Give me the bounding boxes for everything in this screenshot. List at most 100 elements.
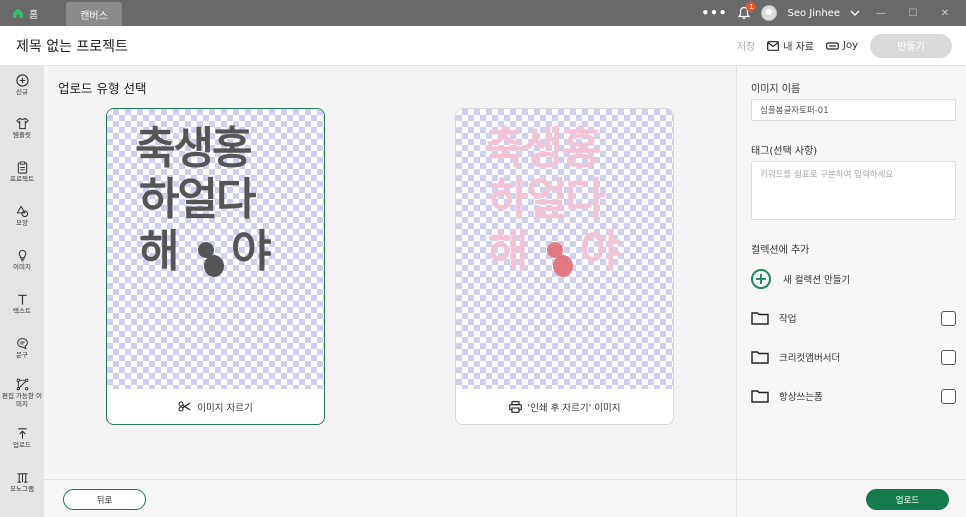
card-label-text: 이미지 자르기	[197, 402, 253, 414]
new-collection-label: 새 컬렉션 만들기	[783, 275, 851, 286]
notification-badge: 1	[746, 2, 757, 12]
lightbulb-icon	[18, 249, 26, 262]
artwork-line: 해	[488, 226, 529, 277]
collection-checkbox[interactable]	[941, 310, 956, 326]
user-name[interactable]: Seo Jinhee	[787, 8, 840, 19]
artwork-line: 해	[139, 226, 180, 277]
tags-field[interactable]: 키워드를 쉼표로 구분하여 입력하세요	[751, 161, 956, 220]
my-materials-label: 내 자료	[783, 42, 814, 53]
collection-name: 작업	[779, 314, 797, 325]
transparent-preview: 축생홍 하얼다 해 야	[456, 109, 673, 390]
upload-icon	[17, 428, 27, 439]
minimize-button[interactable]: —	[870, 8, 892, 19]
artwork-line: 하얼다	[488, 174, 605, 225]
folder-icon	[751, 351, 769, 364]
card-label: 이미지 자르기	[107, 389, 324, 424]
more-menu-icon[interactable]: •••	[701, 6, 727, 20]
avatar[interactable]	[761, 5, 778, 21]
sidebar-item-shapes[interactable]: 모양	[0, 205, 44, 228]
upload-type-card-cut[interactable]: 축생홍 하얼다 해 야 이미지 자르기	[106, 108, 325, 425]
chevron-down-icon[interactable]	[850, 9, 860, 17]
tab-home[interactable]: 홈	[0, 0, 62, 26]
text-icon	[17, 294, 27, 305]
sidebar-item-label: 모양	[16, 219, 28, 227]
transparent-preview: 축생홍 하얼다 해 야	[107, 109, 324, 390]
sidebar-item-templates[interactable]: 템플릿	[0, 117, 44, 140]
sidebar-item-new[interactable]: 신규	[0, 74, 44, 97]
sidebar-item-label: 이미지	[13, 263, 31, 271]
artwork-line: 하얼다	[139, 174, 256, 225]
new-collection-button[interactable]: + 새 컬렉션 만들기	[751, 269, 850, 289]
project-header: 제목 없는 프로젝트 저장 내 자료 Joy 만들기	[0, 26, 966, 66]
envelope-icon	[767, 40, 780, 51]
tab-home-label: 홈	[29, 9, 39, 21]
tab-canvas-label: 캔버스	[80, 10, 108, 22]
my-materials-button[interactable]: 내 자료	[767, 38, 814, 53]
back-button[interactable]: 뒤로	[63, 489, 146, 510]
make-button[interactable]: 만들기	[870, 33, 952, 58]
sidebar-item-label: 신규	[16, 88, 28, 96]
sidebar-item-label: 모노그램	[10, 485, 34, 493]
upload-button[interactable]: 업로드	[866, 489, 949, 510]
artwork-line: 야	[231, 226, 272, 277]
plus-icon: +	[751, 269, 771, 289]
sidebar-item-label: 템플릿	[13, 131, 31, 139]
maximize-button[interactable]: ☐	[902, 8, 924, 19]
main-content: 업로드 유형 선택 축생홍 하얼다 해 야 이미지 자르기 축생홍 하얼다 해	[44, 66, 736, 479]
panel-footer: 업로드	[737, 479, 966, 517]
collection-item[interactable]: 작업	[751, 308, 956, 328]
sidebar-item-upload[interactable]: 업로드	[0, 427, 44, 450]
monogram-icon	[16, 473, 28, 483]
collection-checkbox[interactable]	[941, 349, 956, 365]
project-title[interactable]: 제목 없는 프로젝트	[0, 36, 128, 56]
collection-label: 컬렉션에 추가	[751, 245, 810, 256]
image-name-label: 이미지 이름	[751, 84, 801, 95]
sidebar-item-text[interactable]: 텍스트	[0, 293, 44, 316]
tags-label: 태그(선택 사항)	[751, 146, 818, 157]
close-window-button[interactable]: ✕	[934, 8, 956, 19]
tab-canvas[interactable]: 캔버스	[66, 2, 122, 26]
collection-checkbox[interactable]	[941, 388, 956, 404]
machine-selector[interactable]: Joy	[826, 40, 858, 51]
image-details-panel: 이미지 이름 심플봄글자토퍼-01 태그(선택 사항) 키워드를 쉼표로 구분하…	[736, 66, 966, 517]
machine-icon	[826, 41, 839, 50]
notification-button[interactable]: 1	[737, 2, 757, 20]
collection-name: 크리컷앰버서더	[779, 353, 841, 364]
sidebar-item-label: 편집 가능한 이미지	[1, 392, 42, 408]
shapes-icon	[16, 205, 28, 218]
collection-item[interactable]: 항상쓰는폼	[751, 386, 956, 406]
image-name-field[interactable]: 심플봄글자토퍼-01	[751, 99, 956, 121]
sidebar-item-label: 문구	[16, 351, 28, 359]
folder-icon	[751, 390, 769, 403]
project-icon	[17, 161, 27, 174]
sidebar-item-images[interactable]: 이미지	[0, 249, 44, 272]
printer-icon	[508, 400, 522, 413]
dots-graphic	[547, 242, 573, 277]
upload-type-card-print-then-cut[interactable]: 축생홍 하얼다 해 야 '인쇄 후 자르기' 이미지	[455, 108, 674, 425]
shirt-icon	[15, 117, 29, 130]
home-icon	[13, 8, 23, 18]
artwork-line: 축생홍	[135, 123, 252, 174]
card-label-text: '인쇄 후 자르기' 이미지	[527, 402, 621, 414]
chat-icon	[16, 338, 28, 350]
collection-item[interactable]: 크리컷앰버서더	[751, 347, 956, 367]
plus-circle-icon	[15, 74, 29, 87]
sidebar-item-label: 프로젝트	[10, 175, 34, 183]
save-button[interactable]: 저장	[737, 38, 755, 53]
footer-bar: 뒤로 취소	[44, 479, 859, 517]
sidebar-item-projects[interactable]: 프로젝트	[0, 161, 44, 184]
sidebar-item-phrases[interactable]: 문구	[0, 337, 44, 360]
scissors-icon	[178, 401, 191, 412]
edit-image-icon	[16, 378, 28, 391]
title-bar: 홈 캔버스 ••• 1 Seo Jinhee — ☐ ✕	[0, 0, 966, 26]
collection-name: 항상쓰는폼	[779, 392, 823, 403]
sidebar-item-label: 텍스트	[13, 307, 31, 315]
section-title: 업로드 유형 선택	[58, 81, 147, 96]
sidebar-item-editable-images[interactable]: 편집 가능한 이미지	[0, 378, 44, 409]
sidebar-item-monogram[interactable]: 모노그램	[0, 471, 44, 494]
folder-icon	[751, 312, 769, 325]
left-sidebar: 신규 템플릿 프로젝트 모양 이미지 텍스트 문구 편집 가능한 이미지 업로드…	[0, 66, 44, 517]
artwork-line: 야	[580, 226, 621, 277]
artwork-line: 축생홍	[484, 123, 601, 174]
card-label: '인쇄 후 자르기' 이미지	[456, 389, 673, 424]
